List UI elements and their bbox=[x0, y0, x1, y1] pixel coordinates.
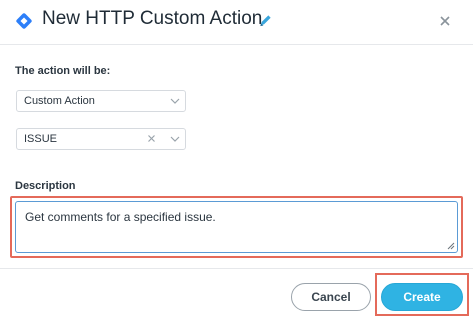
cancel-button[interactable]: Cancel bbox=[291, 283, 371, 311]
issue-select[interactable]: ISSUE bbox=[16, 128, 186, 150]
create-button[interactable]: Create bbox=[381, 283, 463, 311]
resize-grip-icon[interactable] bbox=[447, 242, 455, 250]
action-type-select[interactable]: Custom Action bbox=[16, 90, 186, 112]
clear-icon[interactable] bbox=[147, 134, 156, 143]
footer-divider bbox=[0, 268, 473, 269]
description-text: Get comments for a specified issue. bbox=[25, 210, 216, 224]
chevron-down-icon bbox=[170, 136, 180, 142]
description-highlight: Get comments for a specified issue. bbox=[10, 196, 463, 258]
action-type-label: The action will be: bbox=[15, 65, 111, 77]
close-icon[interactable] bbox=[437, 13, 453, 29]
action-type-value: Custom Action bbox=[24, 95, 95, 107]
dialog-title: New HTTP Custom Action bbox=[42, 8, 263, 29]
diamond-action-icon bbox=[16, 13, 32, 29]
issue-select-value: ISSUE bbox=[24, 133, 58, 145]
description-textarea[interactable]: Get comments for a specified issue. bbox=[15, 201, 458, 253]
description-label: Description bbox=[15, 180, 76, 192]
dialog-header: New HTTP Custom Action bbox=[0, 0, 473, 45]
pencil-icon[interactable] bbox=[258, 13, 273, 28]
chevron-down-icon bbox=[170, 98, 180, 104]
